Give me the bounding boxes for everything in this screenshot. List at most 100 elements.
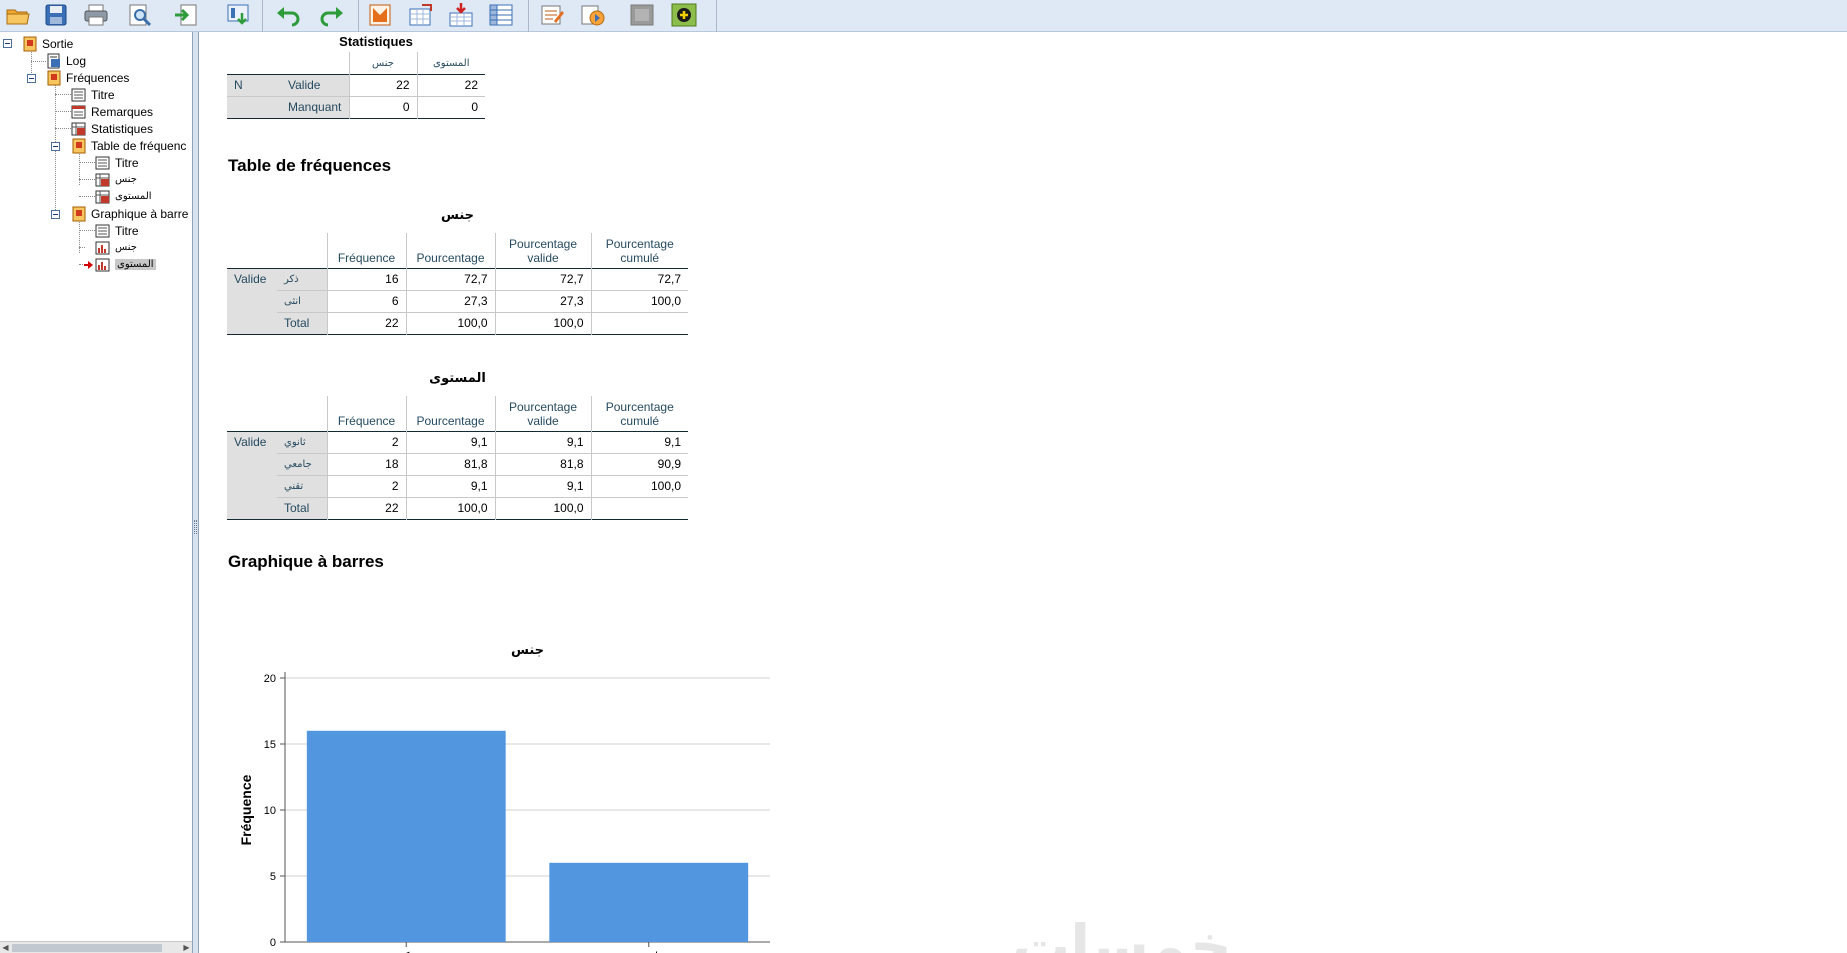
table-cell: 16 — [326, 267, 406, 290]
nav-item-sortie[interactable]: Sortie — [22, 35, 73, 52]
output-navigator: Sortie Log Fréquences Titre Remarques St… — [0, 32, 193, 953]
redo-icon[interactable] — [317, 2, 345, 28]
nav-item-statistiques[interactable]: Statistiques — [71, 120, 153, 137]
save-icon[interactable] — [42, 2, 70, 28]
nav-label: Log — [66, 53, 87, 68]
bar-charts-heading: Graphique à barres — [228, 552, 384, 571]
chart-title: جنس — [511, 643, 544, 658]
row-group-label: N — [227, 73, 281, 96]
table-cell: 0 — [348, 95, 417, 118]
table-cell: 22 — [326, 311, 406, 334]
y-tick-label: 5 — [270, 871, 276, 883]
nav-item-remarques[interactable]: Remarques — [71, 103, 153, 120]
nav-item-chart-mustawa[interactable]: المستوى — [84, 256, 156, 273]
table-cell: 90,9 — [590, 452, 688, 475]
y-tick-label: 20 — [264, 673, 276, 685]
nav-item-titre[interactable]: Titre — [95, 222, 139, 239]
nav-item-graphique-a-barres[interactable]: Graphique à barre — [71, 205, 188, 222]
nav-item-table-mustawa[interactable]: المستوى — [95, 188, 152, 205]
table-cell: 100,0 — [405, 311, 495, 334]
header-line: cumulé — [620, 250, 660, 265]
row-label: تقني — [277, 474, 327, 497]
table-cell: 22 — [326, 496, 406, 519]
nav-item-table-de-frequences[interactable]: Table de fréquenc — [71, 137, 186, 154]
toolbar — [0, 0, 1847, 32]
table-cell: 6 — [326, 289, 406, 312]
y-axis-label: Fréquence — [238, 774, 254, 845]
corner-cell — [277, 396, 327, 431]
output-book-icon — [72, 138, 86, 153]
splitter-grip[interactable] — [194, 520, 197, 534]
navigator-horizontal-scrollbar[interactable]: ◀ ▶ — [0, 941, 192, 953]
scroll-thumb[interactable] — [12, 944, 162, 952]
disabled-icon[interactable] — [628, 2, 656, 28]
nav-item-titre[interactable]: Titre — [71, 86, 115, 103]
output-book-icon — [47, 70, 61, 85]
header-line: valide — [527, 413, 559, 428]
nav-item-frequences[interactable]: Fréquences — [46, 69, 129, 86]
column-header: Fréquence — [326, 396, 406, 431]
table-cell: 100,0 — [494, 496, 591, 519]
recall-dialog-icon[interactable] — [225, 2, 253, 28]
row-label: جامعي — [277, 452, 327, 475]
chart-icon — [95, 258, 110, 271]
frequency-tables-heading: Table de fréquences — [228, 156, 392, 175]
header-line: valide — [527, 250, 559, 265]
run-script-icon[interactable] — [579, 2, 607, 28]
current-item-arrow-icon — [84, 260, 93, 269]
undo-icon[interactable] — [275, 2, 303, 28]
notes-icon — [71, 105, 86, 118]
print-preview-icon[interactable] — [126, 2, 154, 28]
goto-variable-icon[interactable] — [447, 2, 475, 28]
header-line: Pourcentage — [508, 399, 578, 414]
table-cell: 9,1 — [494, 430, 591, 453]
row-group-label — [227, 453, 277, 475]
collapse-toggle[interactable] — [51, 142, 60, 151]
collapse-toggle[interactable] — [51, 210, 60, 219]
scroll-right-icon[interactable]: ▶ — [181, 942, 192, 953]
corner-cell — [227, 396, 277, 431]
row-group-label: Valide — [227, 430, 277, 453]
goto-case-icon[interactable] — [407, 2, 435, 28]
add-icon[interactable] — [670, 2, 698, 28]
row-group-label — [227, 95, 281, 118]
collapse-toggle[interactable] — [3, 39, 12, 48]
scroll-left-icon[interactable]: ◀ — [0, 942, 11, 953]
table-cell: 2 — [326, 430, 406, 453]
chart-icon — [95, 241, 110, 254]
variables-icon[interactable] — [487, 2, 515, 28]
nav-label: جنس — [115, 242, 137, 253]
table-cell: 81,8 — [405, 452, 495, 475]
export-icon[interactable] — [172, 2, 200, 28]
nav-label: Sortie — [42, 36, 74, 51]
y-tick-label: 15 — [264, 739, 276, 751]
collapse-toggle[interactable] — [27, 74, 36, 83]
column-header: Pourcentage valide — [494, 396, 591, 431]
nav-item-log[interactable]: Log — [46, 52, 86, 69]
bar-chart: جنس05101520ذكرانثىFréquence — [238, 643, 770, 953]
table-cell: 22 — [416, 73, 485, 96]
statistics-title: Statistiques — [339, 34, 413, 49]
table-cell: 18 — [326, 452, 406, 475]
print-icon[interactable] — [82, 2, 110, 28]
table-cell: 72,7 — [590, 267, 688, 290]
nav-item-titre[interactable]: Titre — [95, 154, 139, 171]
header-line: Pourcentage — [605, 399, 674, 414]
bar — [549, 862, 749, 942]
table-cell: 100,0 — [590, 289, 688, 312]
row-label: Manquant — [281, 95, 349, 118]
designate-window-icon[interactable] — [539, 2, 567, 28]
pane-splitter[interactable] — [193, 32, 199, 953]
row-label: Valide — [281, 73, 349, 96]
corner-cell — [281, 52, 349, 74]
nav-label: Titre — [115, 223, 139, 238]
row-group-label — [227, 497, 277, 519]
nav-item-chart-jins[interactable]: جنس — [95, 239, 137, 256]
title-icon — [95, 156, 110, 169]
open-icon[interactable] — [4, 2, 32, 28]
goto-data-icon[interactable] — [366, 2, 394, 28]
header-line: Pourcentage — [605, 236, 674, 251]
row-group-label — [227, 290, 277, 312]
nav-item-table-jins[interactable]: جنس — [95, 171, 137, 188]
table-cell: 100,0 — [494, 311, 591, 334]
